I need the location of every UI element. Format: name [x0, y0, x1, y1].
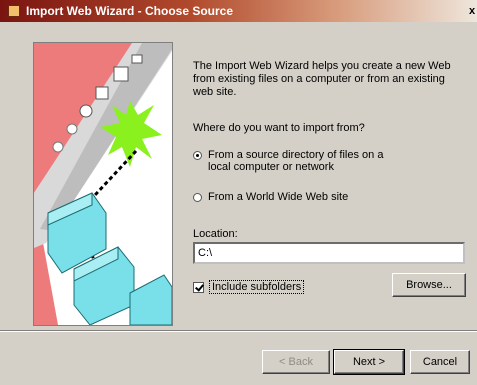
- intro-text: The Import Web Wizard helps you create a…: [193, 60, 451, 98]
- option-local-label: From a source directory of files on a lo…: [208, 149, 384, 173]
- back-button[interactable]: < Back: [262, 350, 330, 374]
- title-bar: Import Web Wizard - Choose Source x: [0, 0, 477, 22]
- browse-button[interactable]: Browse...: [392, 273, 466, 297]
- checkbox-box[interactable]: [193, 281, 204, 293]
- next-button[interactable]: Next >: [333, 349, 405, 375]
- option-www-source[interactable]: From a World Wide Web site: [193, 191, 398, 203]
- window-title: Import Web Wizard - Choose Source: [26, 4, 234, 18]
- close-icon[interactable]: x: [467, 3, 477, 19]
- button-separator: [0, 330, 477, 332]
- option-local-source[interactable]: From a source directory of files on a lo…: [193, 149, 398, 173]
- location-input[interactable]: [193, 242, 465, 264]
- radio-local-source[interactable]: [193, 151, 202, 160]
- include-subfolders-label: Include subfolders: [209, 280, 305, 294]
- radio-www-source[interactable]: [193, 193, 202, 202]
- cancel-button[interactable]: Cancel: [410, 350, 470, 374]
- wizard-illustration-art: [34, 43, 172, 325]
- source-question: Where do you want to import from?: [193, 122, 365, 134]
- include-subfolders-checkbox[interactable]: Include subfolders: [193, 280, 305, 294]
- app-icon: [8, 5, 20, 17]
- wizard-illustration: [33, 42, 173, 326]
- location-label: Location:: [193, 228, 238, 240]
- option-www-label: From a World Wide Web site: [208, 191, 349, 203]
